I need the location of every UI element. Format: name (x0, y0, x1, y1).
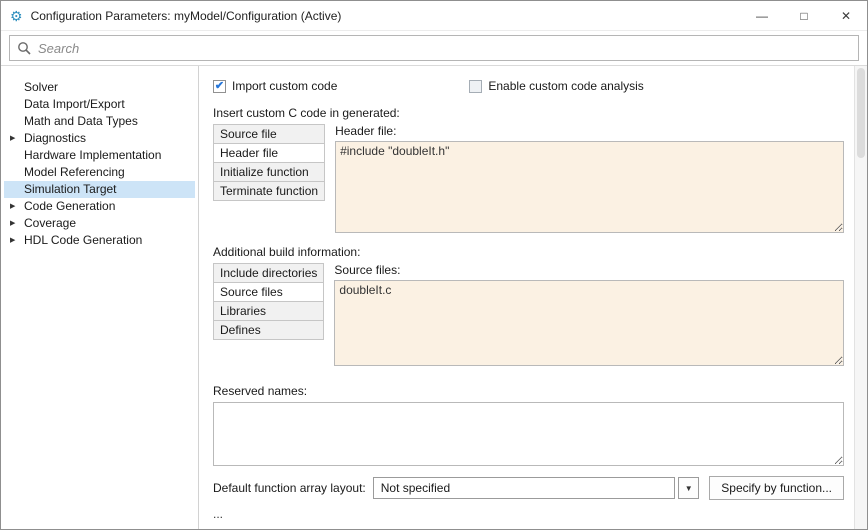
tab-source-file[interactable]: Source file (213, 124, 326, 144)
sidebar-item-label: Model Referencing (24, 165, 125, 179)
tab-libraries[interactable]: Libraries (213, 301, 325, 321)
sidebar-item-code-generation[interactable]: Code Generation (4, 198, 195, 215)
sidebar-item-solver[interactable]: Solver (4, 79, 195, 96)
sidebar-item-label: Code Generation (24, 199, 116, 213)
vertical-scrollbar[interactable] (854, 66, 867, 529)
tab-defines[interactable]: Defines (213, 320, 325, 340)
import-custom-code-checkbox[interactable]: Import custom code (213, 79, 337, 93)
sidebar-item-hardware-implementation[interactable]: Hardware Implementation (4, 147, 195, 164)
insert-section-label: Insert custom C code in generated: (213, 106, 400, 120)
header-file-field: Header file: #include "doubleIt.h" (335, 124, 844, 233)
scrollbar-thumb[interactable] (857, 68, 865, 158)
tab-include-directories[interactable]: Include directories (213, 263, 325, 283)
sidebar-item-label: Data Import/Export (24, 97, 125, 111)
window-title: Configuration Parameters: myModel/Config… (30, 8, 342, 23)
maximize-button[interactable]: □ (783, 1, 825, 30)
checkbox-checked-icon (213, 79, 226, 93)
sidebar-item-math-and-data-types[interactable]: Math and Data Types (4, 113, 195, 130)
combobox-selected-value: Not specified (380, 481, 451, 495)
sidebar-item-hdl-code-generation[interactable]: HDL Code Generation (4, 232, 195, 249)
function-array-layout-row: Default function array layout: Not speci… (213, 476, 844, 500)
sidebar-item-label: Math and Data Types (24, 114, 138, 128)
sidebar-item-label: Coverage (24, 216, 77, 230)
insert-section-tabs: Source file Header file Initialize funct… (213, 124, 326, 201)
source-files-textarea[interactable]: doubleIt.c (334, 280, 844, 366)
header-file-label: Header file: (335, 124, 397, 138)
source-files-field: Source files: doubleIt.c (334, 263, 844, 366)
expand-arrow-icon[interactable] (10, 130, 20, 147)
build-section-label: Additional build information: (213, 245, 361, 259)
dialog-body: Solver Data Import/Export Math and Data … (1, 66, 867, 529)
minimize-button[interactable]: — (741, 1, 783, 30)
checkbox-label: Import custom code (232, 79, 338, 93)
checkbox-row: Import custom code Enable custom code an… (213, 78, 844, 94)
sidebar-item-data-import-export[interactable]: Data Import/Export (4, 96, 195, 113)
close-button[interactable]: ✕ (825, 1, 867, 30)
search-bar (1, 31, 867, 66)
enable-custom-code-analysis-checkbox[interactable]: Enable custom code analysis (469, 79, 644, 93)
app-gear-icon: ⚙ (10, 7, 23, 24)
reserved-names-textarea[interactable] (213, 402, 844, 466)
expand-arrow-icon[interactable] (10, 232, 20, 249)
sidebar-item-label: HDL Code Generation (24, 233, 143, 247)
tab-header-file[interactable]: Header file (213, 143, 326, 163)
insert-section: Source file Header file Initialize funct… (213, 124, 844, 233)
sidebar-item-simulation-target[interactable]: Simulation Target (4, 181, 195, 198)
reserved-names-label: Reserved names: (213, 384, 308, 398)
search-icon (18, 42, 31, 55)
build-section: Include directories Source files Librari… (213, 263, 844, 366)
source-files-label: Source files: (334, 263, 401, 277)
sidebar-item-model-referencing[interactable]: Model Referencing (4, 164, 195, 181)
tab-terminate-function[interactable]: Terminate function (213, 181, 326, 201)
window-controls: — □ ✕ (741, 1, 867, 30)
sidebar-item-diagnostics[interactable]: Diagnostics (4, 130, 195, 147)
dropdown-arrow-button[interactable] (678, 477, 700, 499)
build-section-tabs: Include directories Source files Librari… (213, 263, 325, 340)
specify-by-function-button[interactable]: Specify by function... (709, 476, 844, 500)
more-content-indicator: ... (213, 507, 224, 521)
sidebar-item-label: Solver (24, 80, 59, 94)
sidebar-item-label: Simulation Target (24, 182, 117, 196)
expand-arrow-icon[interactable] (10, 198, 20, 215)
tab-initialize-function[interactable]: Initialize function (213, 162, 326, 182)
function-array-layout-label: Default function array layout: (213, 481, 366, 495)
sidebar-item-label: Hardware Implementation (24, 148, 162, 162)
checkbox-label: Enable custom code analysis (488, 79, 644, 93)
header-file-textarea[interactable]: #include "doubleIt.h" (335, 141, 844, 233)
search-input[interactable] (38, 40, 851, 56)
search-box[interactable] (9, 35, 859, 61)
sidebar-item-coverage[interactable]: Coverage (4, 215, 195, 232)
configuration-parameters-window: ⚙ Configuration Parameters: myModel/Conf… (0, 0, 868, 530)
sidebar-item-label: Diagnostics (24, 131, 87, 145)
checkbox-unchecked-icon (469, 79, 483, 93)
simulation-target-panel: Import custom code Enable custom code an… (199, 66, 854, 529)
expand-arrow-icon[interactable] (10, 215, 20, 232)
default-function-array-layout-combobox[interactable]: Not specified (372, 477, 676, 499)
category-sidebar: Solver Data Import/Export Math and Data … (1, 66, 199, 529)
tab-source-files[interactable]: Source files (213, 282, 325, 302)
title-bar: ⚙ Configuration Parameters: myModel/Conf… (1, 1, 867, 31)
